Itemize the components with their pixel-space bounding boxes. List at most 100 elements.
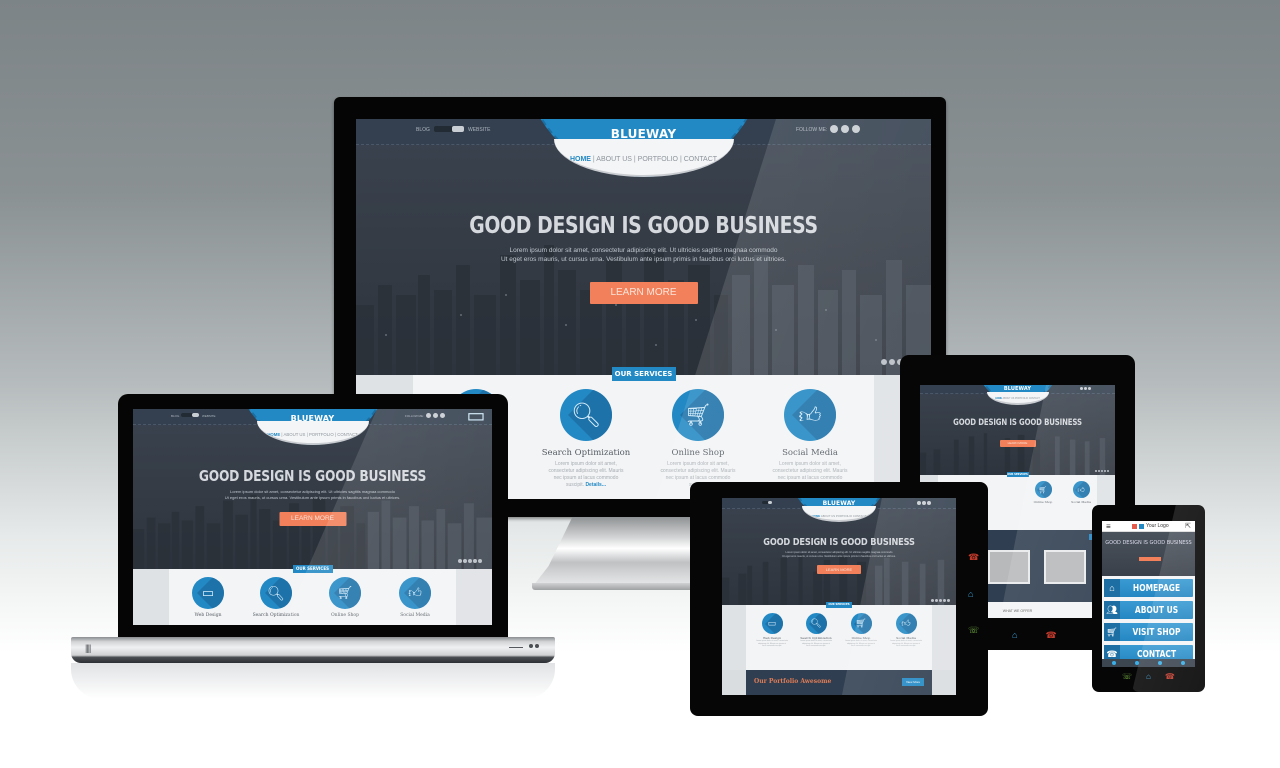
monitor-stand-base	[532, 583, 704, 590]
laptop-icon: ▭	[192, 577, 224, 609]
service-title: Online Shop	[671, 448, 725, 458]
mobile-menu-homepage[interactable]: ⌂ HOMEPAGE	[1104, 579, 1193, 597]
learn-more-button[interactable]: LEARN MORE	[817, 565, 861, 574]
slider-dot[interactable]	[458, 559, 462, 563]
portfolio-thumbnail[interactable]	[988, 550, 1030, 584]
slider-dot[interactable]	[473, 559, 477, 563]
service-social-media: 👍︎ Social Media	[1066, 481, 1096, 504]
social-link-2[interactable]	[841, 125, 849, 133]
hero-section: BLUEWAY HOME ABOUT US PORTFOLIO CONTACT …	[722, 498, 956, 605]
mobile-logo[interactable]: Your Logo	[1132, 523, 1169, 529]
hero-text-line1: Lorem ipsum dolor sit amet, consectetur …	[230, 489, 395, 494]
hero-section: BLOG WEBSITE FOLLOW ME: BLUEWAY HOME | A…	[133, 409, 492, 569]
thumbs-up-icon: 👍︎	[784, 389, 836, 441]
nav-contact[interactable]: CONTACT	[684, 156, 717, 163]
service-social-media: 👍︎ Social Media Lorem ipsum dolor sit amet…	[886, 613, 926, 648]
nav-contact[interactable]: CONTACT	[337, 432, 357, 437]
mobile-hero: GOOD DESIGN IS GOOD BUSINESS	[1102, 532, 1195, 576]
mobile-menu-about-us[interactable]: 👥︎ ABOUT US	[1104, 601, 1193, 619]
shopping-cart-icon: 🛒︎	[1034, 481, 1052, 498]
slider-dot[interactable]	[468, 559, 472, 563]
blog-label: BLOG	[416, 127, 430, 133]
nav-home[interactable]: HOME	[995, 398, 1002, 400]
home-key-icon[interactable]: ⌂	[1012, 630, 1017, 641]
share-icon[interactable]: ⇱	[1185, 522, 1191, 530]
tablet-landscape-website: BLUEWAY HOME ABOUT US PORTFOLIO CONTACT …	[722, 498, 956, 695]
social-link-1[interactable]	[917, 501, 921, 505]
our-services-label: OUR SERVICES	[611, 367, 676, 381]
nav-separator: |	[592, 156, 595, 163]
social-link-2[interactable]	[433, 413, 438, 418]
service-title: Online Shop	[330, 613, 360, 618]
call-key-icon[interactable]: ☏	[968, 625, 979, 636]
social-link-3[interactable]	[440, 413, 445, 418]
portfolio-thumbnail[interactable]	[1044, 550, 1086, 584]
nav-contact[interactable]: CONTACT	[1029, 398, 1040, 400]
slider-dot[interactable]	[478, 559, 482, 563]
indicator-line	[509, 647, 523, 648]
view-more-button[interactable]: View More	[902, 678, 924, 686]
hero-text-line2: Ut eget eros mauris, ut cursus urna. Ves…	[782, 555, 896, 558]
social-link-2[interactable]	[922, 501, 926, 505]
slider-dot[interactable]	[889, 359, 895, 365]
details-link[interactable]: Details...	[585, 482, 606, 488]
call-key-icon[interactable]: ☏	[1122, 672, 1132, 681]
mobile-website: ≡ Your Logo ⇱ GOOD DESIGN IS GOOD BUSINE…	[1102, 521, 1195, 667]
mobile-menu-visit-shop[interactable]: 🛒︎ VISIT SHOP	[1104, 623, 1193, 641]
footer-link[interactable]	[1181, 661, 1186, 665]
social-link-3[interactable]	[1088, 387, 1091, 390]
service-title: Social Media	[782, 448, 838, 458]
nav-separator: |	[633, 156, 636, 163]
nav-home[interactable]: HOME	[812, 514, 820, 518]
nav-portfolio[interactable]: PORTFOLIO	[309, 432, 334, 437]
nav-portfolio[interactable]: PORTFOLIO	[1015, 398, 1028, 400]
social-link-1[interactable]	[426, 413, 431, 418]
social-link-3[interactable]	[852, 125, 860, 133]
nav-portfolio[interactable]: PORTFOLIO	[638, 156, 678, 163]
hero-headline: GOOD DESIGN IS GOOD BUSINESS	[198, 467, 427, 485]
nav-portfolio[interactable]: PORTFOLIO	[836, 514, 852, 518]
slider-dot[interactable]	[881, 359, 887, 365]
our-services-label: OUR SERVICES	[1006, 472, 1029, 477]
mobile-cta-button[interactable]	[1139, 557, 1161, 561]
nav-home[interactable]: HOME	[570, 156, 591, 163]
social-link-3[interactable]	[927, 501, 931, 505]
nav-home[interactable]: HOME	[267, 432, 280, 437]
home-key-icon[interactable]: ⌂	[968, 589, 979, 599]
nav-separator: |	[334, 432, 337, 437]
slider-dot[interactable]	[463, 559, 467, 563]
learn-more-button[interactable]: LEARN MORE	[589, 282, 698, 304]
blog-website-toggle[interactable]	[434, 126, 464, 132]
phone-hardware-keys: ☏ ⌂ ☎	[1122, 672, 1175, 681]
hamburger-menu-icon[interactable]: ≡	[1106, 523, 1111, 531]
social-link-2[interactable]	[1084, 387, 1087, 390]
learn-more-button[interactable]: LEARN MORE	[279, 512, 346, 526]
nav-about-us[interactable]: ABOUT US	[596, 156, 632, 163]
social-link-1[interactable]	[830, 125, 838, 133]
learn-more-button[interactable]: LEARN MORE	[999, 440, 1036, 447]
social-link-1[interactable]	[1080, 387, 1083, 390]
end-call-key-icon[interactable]: ☎	[1045, 630, 1056, 641]
blog-website-toggle[interactable]	[762, 501, 772, 504]
footer-link[interactable]	[1111, 661, 1116, 665]
social-links	[917, 501, 931, 505]
home-key-icon[interactable]: ⌂	[1146, 672, 1151, 681]
footer-link[interactable]	[1134, 661, 1139, 665]
service-social-media: 👍︎ Social Media	[385, 577, 445, 618]
nav-separator: |	[281, 432, 283, 437]
service-title: Web Design	[194, 613, 222, 618]
laptop-website: BLOG WEBSITE FOLLOW ME: BLUEWAY HOME | A…	[133, 409, 492, 625]
website-label: WEBSITE	[468, 127, 491, 133]
blog-website-toggle[interactable]	[181, 413, 199, 417]
monitor-stand	[535, 517, 705, 587]
nav-about-us[interactable]: ABOUT US	[1003, 398, 1015, 400]
nav-contact[interactable]: CONTACT	[853, 514, 866, 518]
nav-about-us[interactable]: ABOUT US	[284, 432, 306, 437]
nav-about-us[interactable]: ABOUT US	[821, 514, 835, 518]
end-call-key-icon[interactable]: ☎	[1165, 672, 1175, 681]
end-call-key-icon[interactable]: ☎	[968, 552, 979, 563]
footer-link[interactable]	[1158, 661, 1163, 665]
slider-dots	[458, 559, 482, 563]
hero-text-line2: Ut eget eros mauris, ut cursus urna. Ves…	[224, 495, 401, 500]
social-links	[1080, 387, 1091, 390]
